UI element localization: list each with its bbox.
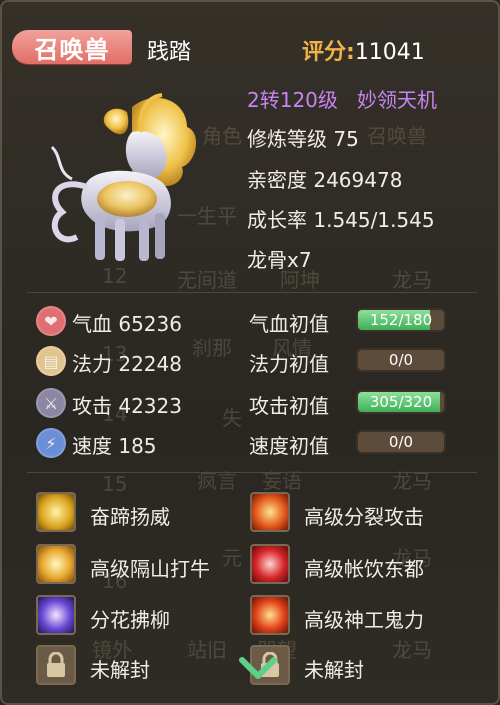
bg-text: 疯言 [197, 469, 237, 493]
hp-base-label: 气血初值 [249, 312, 329, 336]
skill-name[interactable]: 奋蹄扬威 [90, 501, 170, 530]
cultivation-level: 修炼等级 75 [247, 127, 359, 151]
lock-glyph [47, 652, 65, 677]
scroll-icon[interactable] [36, 595, 76, 635]
lightning-icon: ⚡ [36, 428, 66, 458]
pet-level: 2转120级 妙领天机 [247, 84, 437, 113]
hp-value: 气血 65236 [72, 312, 182, 336]
scroll-down-icon[interactable] [238, 652, 278, 682]
pet-name: 践踏 [147, 40, 192, 65]
lock-icon[interactable] [36, 645, 76, 685]
growth-rate: 成长率 1.545/1.545 [247, 208, 435, 232]
attack-value: 攻击 42323 [72, 394, 182, 418]
bg-text: 召唤兽 [367, 124, 427, 148]
bg-text: 龙马 [392, 638, 432, 662]
bg-text: 元 [222, 546, 242, 570]
bg-text: 站旧 [187, 638, 227, 662]
attack-base-bar: 305/320 [356, 390, 446, 414]
speed-base-label: 速度初值 [249, 434, 329, 458]
level-text: 2转120级 [247, 88, 338, 112]
score: 评分:11041 [302, 34, 425, 66]
mana-icon: ▤ [36, 346, 66, 376]
skill-name[interactable]: 高级隔山打牛 [90, 553, 210, 582]
bar-text: 305/320 [369, 393, 433, 411]
flower-burst-icon[interactable] [250, 544, 290, 584]
speed-base-bar: 0/0 [356, 430, 446, 454]
attack-base-label: 攻击初值 [249, 394, 329, 418]
pet-portrait [50, 93, 197, 261]
bar-text: 0/0 [388, 351, 414, 369]
skill-name[interactable]: 分花拂柳 [90, 604, 170, 633]
heart-icon: ❤ [36, 306, 66, 336]
fire-split-icon[interactable] [250, 492, 290, 532]
hp-base-bar: 152/180 [356, 308, 446, 332]
summon-tag: 召唤兽 [12, 30, 132, 64]
skill-name[interactable]: 未解封 [304, 654, 364, 683]
dragon-bone: 龙骨x7 [247, 248, 312, 272]
pet-info-panel: 角色 召唤兽 一生平 12 无间道 阿坤 龙马 13 刹那 风情 14 失 15… [0, 0, 500, 705]
bg-text: 龙马 [392, 268, 432, 292]
skill-name[interactable]: 未解封 [90, 654, 150, 683]
intimacy: 亲密度 2469478 [247, 168, 403, 192]
skill-name[interactable]: 高级帐饮东都 [304, 553, 424, 582]
horse-skill-icon[interactable] [36, 492, 76, 532]
mp-base-bar: 0/0 [356, 348, 446, 372]
flame-power-icon[interactable] [250, 595, 290, 635]
score-label: 评分: [302, 40, 355, 65]
panel-header: 召唤兽 践踏 评分:11041 [2, 22, 500, 72]
bg-text: 15 [102, 472, 128, 496]
sword-icon: ⚔ [36, 388, 66, 418]
skill-name[interactable]: 高级神工鬼力 [304, 604, 424, 633]
bg-text: 妄语 [262, 469, 302, 493]
speed-value: 速度 185 [72, 434, 157, 458]
title-text: 妙领天机 [356, 88, 437, 112]
bg-text: 刹那 [192, 336, 232, 360]
mp-base-label: 法力初值 [249, 352, 329, 376]
divider [27, 472, 477, 473]
skill-name[interactable]: 高级分裂攻击 [304, 501, 424, 530]
bar-text: 0/0 [388, 433, 414, 451]
bg-text: 龙马 [392, 469, 432, 493]
bg-text: 失 [222, 406, 242, 430]
burst-icon[interactable] [36, 544, 76, 584]
score-value: 11041 [354, 40, 425, 65]
divider [27, 292, 477, 293]
mp-value: 法力 22248 [72, 352, 182, 376]
bar-text: 152/180 [369, 311, 433, 329]
